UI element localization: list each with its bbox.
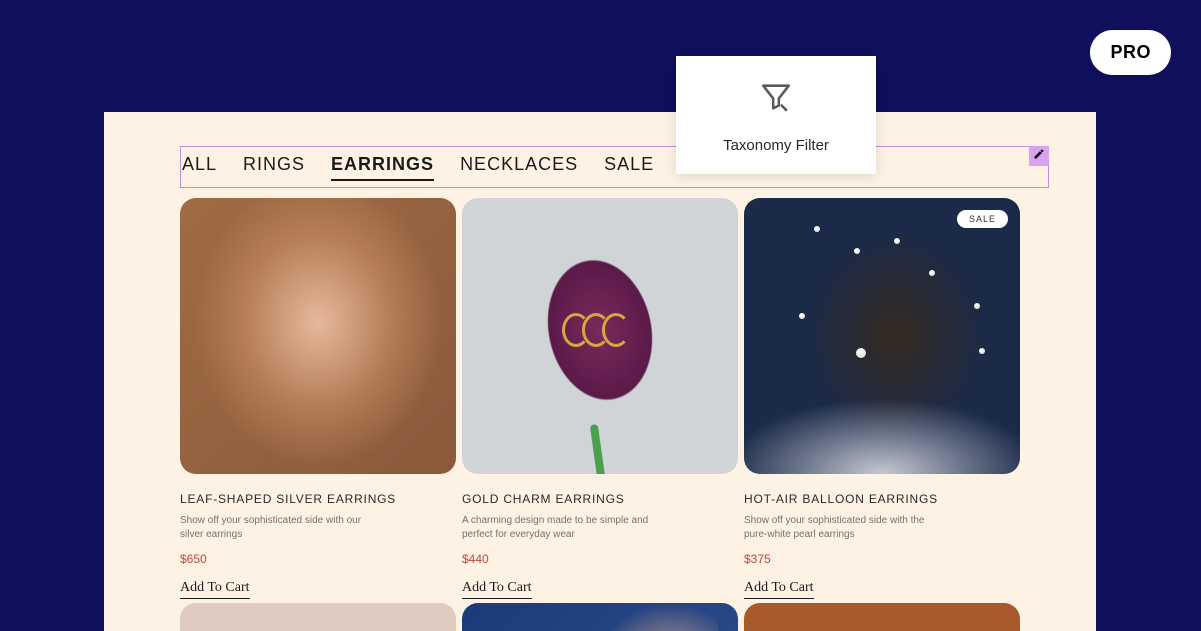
tab-necklaces[interactable]: NECKLACES [460, 154, 578, 181]
product-card[interactable]: LEAF-SHAPED SILVER EARRINGS Show off you… [180, 198, 456, 599]
tab-all[interactable]: ALL [182, 154, 217, 181]
product-price: $375 [744, 552, 1020, 566]
product-description: Show off your sophisticated side with ou… [180, 514, 380, 542]
pencil-icon [1033, 147, 1045, 165]
product-price: $650 [180, 552, 456, 566]
pro-badge: PRO [1090, 30, 1171, 75]
page-canvas: ALL RINGS EARRINGS NECKLACES SALE NEW LE… [104, 112, 1096, 631]
tab-sale[interactable]: SALE [604, 154, 654, 181]
product-image [180, 198, 456, 474]
product-card[interactable]: SALE HOT-AIR BALLOON EARRINGS Show off y… [744, 198, 1020, 599]
product-image: SALE [744, 198, 1020, 474]
taxonomy-filter-label: Taxonomy Filter [723, 137, 829, 154]
product-price: $440 [462, 552, 738, 566]
product-image[interactable] [744, 603, 1020, 631]
add-to-cart-button[interactable]: Add To Cart [462, 580, 532, 599]
product-grid: LEAF-SHAPED SILVER EARRINGS Show off you… [180, 198, 1049, 599]
product-description: A charming design made to be simple and … [462, 514, 662, 542]
product-card[interactable]: GOLD CHARM EARRINGS A charming design ma… [462, 198, 738, 599]
product-title: HOT-AIR BALLOON EARRINGS [744, 492, 1020, 506]
product-grid-row2 [180, 603, 1049, 631]
add-to-cart-button[interactable]: Add To Cart [180, 580, 250, 599]
filter-icon [759, 80, 793, 119]
product-description: Show off your sophisticated side with th… [744, 514, 944, 542]
product-image[interactable] [180, 603, 456, 631]
product-title: GOLD CHARM EARRINGS [462, 492, 738, 506]
category-filter-tabs: ALL RINGS EARRINGS NECKLACES SALE NEW [182, 154, 725, 181]
tab-rings[interactable]: RINGS [243, 154, 305, 181]
product-title: LEAF-SHAPED SILVER EARRINGS [180, 492, 456, 506]
tab-earrings[interactable]: EARRINGS [331, 154, 434, 181]
sale-badge: SALE [957, 210, 1008, 228]
product-image[interactable] [462, 603, 738, 631]
edit-element-button[interactable] [1029, 146, 1049, 166]
taxonomy-filter-card[interactable]: Taxonomy Filter [676, 56, 876, 174]
add-to-cart-button[interactable]: Add To Cart [744, 580, 814, 599]
product-image [462, 198, 738, 474]
